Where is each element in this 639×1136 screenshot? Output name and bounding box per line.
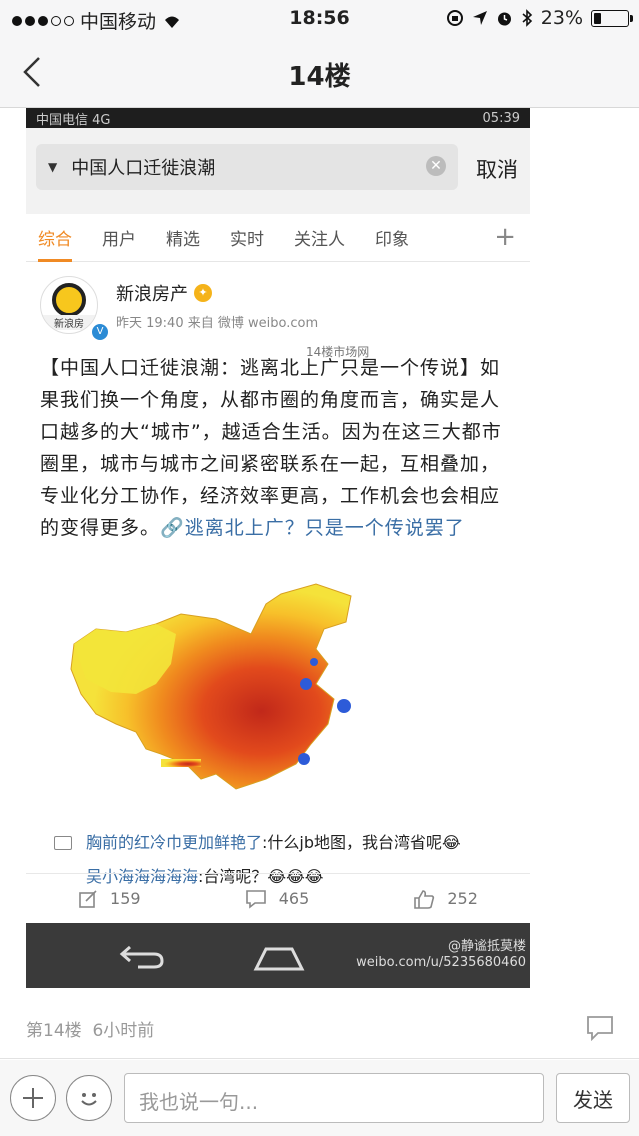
embedded-tab: 关注人 [294,230,345,250]
embedded-time: 05:39 [482,110,520,126]
bluetooth-icon [522,9,532,27]
post-link-text: 逃离北上广？只是一个传说罢了 [184,517,465,539]
embedded-tab: 实时 [230,230,264,250]
sina-logo-icon [52,283,86,317]
comment-count: 465 [278,889,310,908]
thumbs-up-icon [414,889,435,909]
comment-icon [54,836,72,850]
location-icon [472,11,487,25]
add-tab-icon: + [494,222,516,252]
avatar: 新浪房 [40,276,98,334]
embedded-post: 新浪房 V 新浪房产 ✦ 昨天 19:40 来自 微博 weibo.com 【中… [26,262,530,894]
floor-number: 第14楼 [26,1021,82,1041]
floor-time: 6小时前 [92,1021,155,1041]
repost-action: 159 [78,889,141,909]
smiley-icon [81,1093,97,1106]
send-button[interactable]: 发送 [556,1073,630,1123]
comment-text: :什么jb地图，我台湾省呢😂 [262,833,461,852]
repost-icon [79,889,97,908]
comment-bubble-icon [245,889,266,909]
add-attachment-button[interactable] [10,1075,56,1121]
repost-count: 159 [110,889,141,908]
embedded-status-bar: 中国电信 4G 05:39 [26,108,530,128]
population-map [66,574,366,804]
embedded-tab: 综合 [38,225,72,262]
battery-icon [591,9,633,27]
reply-bar: 我也说一句... 发送 [0,1060,639,1136]
avatar-label: 新浪房 [41,315,97,330]
comment-action: 465 [245,889,310,909]
comment-item: 胸前的红冷巾更加鲜艳了:什么jb地图，我台湾省呢😂 [54,826,502,860]
post-text: 【中国人口迁徙浪潮：逃离北上广只是一个传说】如果我们换一个角度，从都市圈的角度而… [40,352,516,544]
vip-icon: ✦ [194,283,212,302]
android-back-icon [119,945,164,969]
status-right: 23% [446,7,633,29]
post-body-text: 【中国人口迁徙浪潮：逃离北上广只是一个传说】如果我们换一个角度，从都市圈的角度而… [40,357,502,539]
post-author: 新浪房产 [116,283,188,305]
embedded-tabs: 综合 用户 精选 实时 关注人 印象 + [26,214,530,262]
android-home-icon [253,947,305,971]
embedded-action-bar: 159 465 252 [26,873,530,923]
clear-icon: ✕ [426,156,446,176]
post-time: 昨天 19:40 来自 微博 weibo.com [116,315,319,331]
embedded-tab: 精选 [166,230,200,250]
posted-screenshot[interactable]: 中国电信 4G 05:39 ▼ 中国人口迁徙浪潮 ✕ 取消 综合 用户 精选 实时 关注… [26,108,530,988]
reply-floor-button[interactable] [586,1015,614,1045]
dropdown-caret-icon: ▼ [48,160,58,174]
china-map-image [70,583,352,790]
embedded-cancel-label: 取消 [476,158,518,182]
embedded-search-box: ▼ 中国人口迁徙浪潮 ✕ [36,144,458,190]
like-count: 252 [447,889,478,908]
navigation-bar: 14楼 [0,38,639,108]
status-bar: 中国移动 18:56 23% [0,0,639,38]
embedded-search-query: 中国人口迁徙浪潮 [71,158,216,179]
embedded-tab: 印象 [375,230,409,250]
verified-icon: V [92,324,108,340]
plus-icon [23,1088,43,1108]
battery-percent: 23% [540,7,583,29]
embedded-tab: 用户 [102,230,136,250]
alarm-icon [497,12,511,25]
weibo-watermark: @静谧抵莫楼 weibo.com/u/5235680460 [356,939,526,970]
map-watermark: 14楼市场网 [306,345,370,359]
embedded-carrier: 中国电信 4G [36,112,111,128]
embedded-android-navbar: @静谧抵莫楼 weibo.com/u/5235680460 [26,923,530,988]
reply-input[interactable]: 我也说一句... [124,1073,544,1123]
page-title: 14楼 [288,62,351,92]
post-link: 🔗逃离北上广？只是一个传说罢了 [160,517,465,539]
floor-info: 第14楼 6小时前 [26,1016,154,1041]
like-action: 252 [413,889,478,909]
divider [0,1058,639,1059]
embedded-search-area: ▼ 中国人口迁徙浪潮 ✕ 取消 [26,128,530,214]
emoji-button[interactable] [66,1075,112,1121]
comment-user: 胸前的红冷巾更加鲜艳了 [86,833,263,852]
post-header: 新浪房 V 新浪房产 ✦ 昨天 19:40 来自 微博 weibo.com [40,276,516,340]
rotation-lock-icon [446,10,463,26]
comment-bubble-icon [587,1016,613,1042]
